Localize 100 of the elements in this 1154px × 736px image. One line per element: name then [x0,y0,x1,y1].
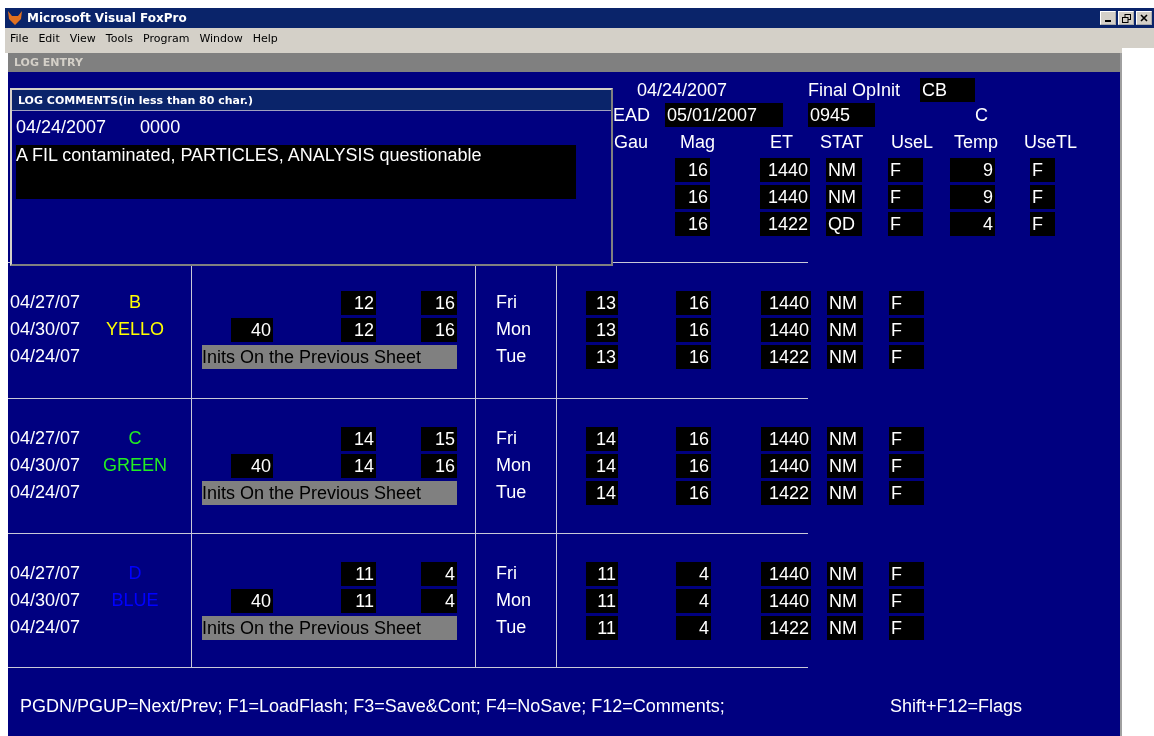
mag-field: 4 [676,615,711,640]
menu-item[interactable]: View [64,31,101,45]
stat-field: NM [826,157,862,182]
gau-field: 11 [586,588,618,613]
stat-field: NM [827,426,863,451]
read-date-field: 05/01/2007 [665,103,783,127]
et-field: 1440 [760,184,810,209]
stat-field: NM [827,344,863,369]
usel-field: F [888,157,923,182]
usel-field: F [889,344,924,369]
comment-field[interactable]: A FIL contaminated, PARTICLES, ANALYSIS questionable [16,145,576,199]
stat-field: QD [826,211,862,236]
stat-field: NM [826,184,862,209]
menu-item[interactable]: Edit [33,31,65,45]
color-code-text: C [127,428,143,449]
et-field: 1422 [760,211,810,236]
usel-field: F [889,290,924,315]
number-field: 11 [341,561,376,586]
usel-field: F [889,426,924,451]
column-header: UseTL [1024,131,1078,153]
mag-field: 16 [676,317,711,342]
temp-field: 9 [950,184,995,209]
et-field: 1440 [761,588,811,613]
number-field: 16 [421,317,457,342]
column-header: UseL [891,131,935,153]
number-field: 40 [231,317,273,342]
number-field: 14 [341,426,376,451]
date-text: 04/24/2007 [637,79,729,101]
usel-field: F [889,561,924,586]
note-text: Inits On the Previous Sheet [202,344,457,369]
gau-field: 11 [586,615,618,640]
mag-field: 4 [676,561,711,586]
stat-field: NM [827,561,863,586]
gau-field: 13 [586,317,618,342]
number-field: 15 [421,426,457,451]
day-text: Mon [496,590,531,611]
stat-field: NM [827,317,863,342]
number-field: 12 [341,317,376,342]
dialog-title: LOG COMMENTS(in less than 80 char.) [12,90,611,111]
gau-field: 14 [586,453,618,478]
et-field: 1422 [761,344,811,369]
gau-field: 14 [586,480,618,505]
restore-button[interactable] [1118,11,1134,25]
window-title: Microsoft Visual FoxPro [27,11,187,25]
number-field: 16 [421,290,457,315]
stat-field: NM [827,290,863,315]
et-field: 1422 [761,615,811,640]
gau-field: 14 [586,426,618,451]
temp-field: 4 [950,211,995,236]
day-text: Tue [496,482,527,503]
stat-field: NM [827,588,863,613]
close-icon [1140,14,1148,22]
column-header: Temp [954,131,999,153]
usel-field: F [889,317,924,342]
menu-item[interactable]: Program [137,31,195,45]
minimize-button[interactable] [1100,11,1116,25]
date-text: 04/27/07 [10,292,81,313]
day-text: Mon [496,455,531,476]
usetl-field: F [1030,157,1055,182]
number-field: 40 [231,453,273,478]
usel-field: F [889,615,924,640]
comment-date: 04/24/2007 [16,117,107,139]
final-opinit-field: CB [920,78,975,102]
color-code-text: GREEN [102,455,168,476]
color-code-text: D [127,563,143,584]
usetl-field: F [1030,184,1055,209]
gau-field: 13 [586,290,618,315]
date-text: 04/30/07 [10,590,81,611]
gau-field: 11 [586,561,618,586]
usel-field: F [888,184,923,209]
menu-item[interactable]: Tools [100,31,138,45]
close-button[interactable] [1136,11,1152,25]
date-text: 04/27/07 [10,563,81,584]
number-field: 4 [421,588,457,613]
menu-item[interactable]: Window [194,31,248,45]
mag-field: 16 [676,480,711,505]
date-text: 04/24/07 [10,617,81,638]
day-text: Mon [496,319,531,340]
day-text: Tue [496,346,527,367]
color-code-text: BLUE [110,590,160,611]
column-header: ET [770,131,794,153]
usel-field: F [888,211,923,236]
menu-item[interactable]: File [5,31,34,45]
final-opinit-label: Final OpInit [808,79,902,101]
date-text: 04/30/07 [10,455,81,476]
gau-field: 13 [586,344,618,369]
et-field: 1440 [760,157,810,182]
number-field: 16 [421,453,457,478]
number-field: 11 [341,588,376,613]
et-field: 1440 [761,317,811,342]
flags-help-text: Shift+F12=Flags [890,696,1024,717]
mag-field: 16 [675,157,710,182]
restore-icon [1121,13,1131,23]
stat-field: NM [827,453,863,478]
et-field: 1440 [761,561,811,586]
menu-item[interactable]: Help [247,31,283,45]
number-field: 4 [421,561,457,586]
usel-field: F [889,453,924,478]
day-text: Fri [496,292,517,313]
number-field: 14 [341,453,376,478]
